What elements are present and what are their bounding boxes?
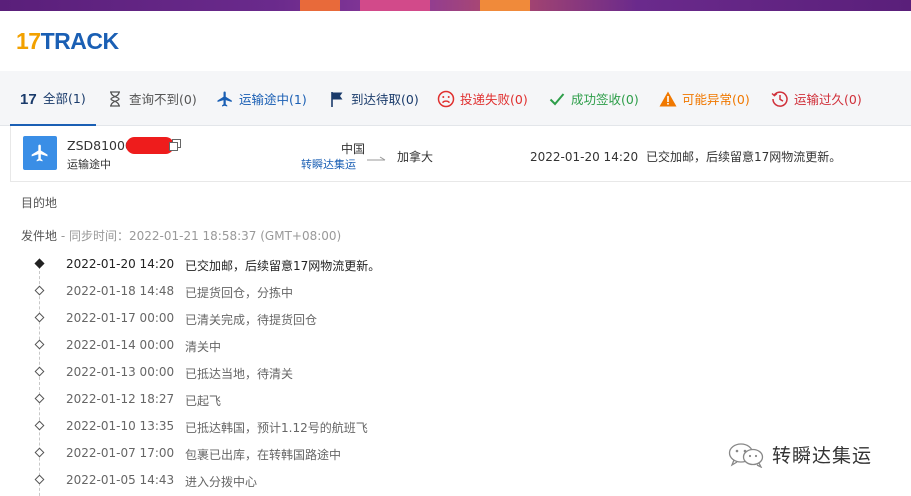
seventeen-icon: 17 <box>20 89 38 107</box>
tab-not-found[interactable]: 查询不到(0) <box>106 71 197 126</box>
header: 17TRACK <box>0 11 911 71</box>
origin-section-label: 发件地 <box>21 229 58 243</box>
origin-carrier-link[interactable]: 转瞬达集运 <box>301 156 356 172</box>
timeline-event: 2022-01-07 17:00 包裹已出库，在转韩国路途中 <box>0 441 700 468</box>
timeline-event: 2022-01-17 00:00 已清关完成，待提货回仓 <box>0 306 700 333</box>
timeline-dot-icon <box>34 366 45 377</box>
timeline-dot-icon <box>34 420 45 431</box>
watermark: 转瞬达集运 <box>728 441 872 468</box>
tab-delivered[interactable]: 成功签收(0) <box>548 71 639 126</box>
tab-expired[interactable]: 运输过久(0) <box>771 71 862 126</box>
redaction-mark <box>126 137 174 154</box>
package-status: 运输途中 <box>67 158 111 171</box>
timeline-dot-icon <box>34 339 45 350</box>
timeline-dot-icon <box>34 447 45 458</box>
destination-section-label: 目的地 <box>21 196 58 210</box>
checkmark-icon <box>548 90 566 108</box>
timeline-dot-icon <box>34 285 45 296</box>
package-row[interactable]: ZSD81000 运输途中 中国 转瞬达集运 加拿大 2022-01-20 14… <box>10 126 911 182</box>
top-banner <box>0 0 911 11</box>
timeline-event: 2022-01-14 00:00 清关中 <box>0 333 700 360</box>
sync-time: - 同步时间：2022-01-21 18:58:37 (GMT+08:00) <box>57 229 342 243</box>
timeline-event: 2022-01-12 18:27 已起飞 <box>0 387 700 414</box>
timeline-event: 2022-01-18 14:48 已提货回仓，分拣中 <box>0 279 700 306</box>
tab-undelivered[interactable]: 投递失败(0) <box>437 71 528 126</box>
destination-country: 加拿大 <box>397 150 434 164</box>
flag-icon <box>328 90 346 108</box>
timeline-event: 2022-01-05 14:43 进入分拨中心 <box>0 468 700 495</box>
warning-icon <box>659 90 677 108</box>
timeline-dot-icon <box>34 312 45 323</box>
timeline-dot-icon <box>34 258 45 269</box>
latest-event-time: 2022-01-20 14:20 <box>530 150 639 164</box>
tracking-number[interactable]: ZSD81000 <box>67 138 133 153</box>
timeline-dot-icon <box>34 393 45 404</box>
tab-alert[interactable]: 可能异常(0) <box>659 71 750 126</box>
tab-all[interactable]: 17 全部(1) <box>10 71 96 126</box>
airplane-icon <box>23 136 57 170</box>
timeline-event: 2022-01-13 00:00 已抵达当地，待清关 <box>0 360 700 387</box>
svg-text:17: 17 <box>20 91 37 106</box>
wechat-icon <box>728 442 764 468</box>
tab-in-transit[interactable]: 运输途中(1) <box>216 71 307 126</box>
tab-pickup[interactable]: 到达待取(0) <box>328 71 419 126</box>
arrow-right-icon <box>367 152 387 161</box>
timeline-event: 2022-01-20 14:20 已交加邮，后续留意17网物流更新。 <box>0 252 700 279</box>
timeline-event: 2022-01-10 13:35 已抵达韩国，预计1.12号的航班飞 <box>0 414 700 441</box>
origin-country: 中国 <box>341 142 366 156</box>
logo-17track[interactable]: 17TRACK <box>16 28 119 54</box>
timeline-dot-icon <box>34 474 45 485</box>
history-icon <box>771 90 789 108</box>
copy-icon[interactable] <box>169 139 181 151</box>
sad-face-icon <box>437 90 455 108</box>
hourglass-icon <box>106 90 124 108</box>
latest-event: 2022-01-20 14:20 已交加邮，后续留意17网物流更新。 <box>530 148 841 165</box>
origin-section-header: 发件地 - 同步时间：2022-01-21 18:58:37 (GMT+08:0… <box>21 227 341 244</box>
status-tab-bar: 17 全部(1) 查询不到(0) 运输途中(1) 到达待取(0) 投递失败(0)… <box>0 71 911 126</box>
latest-event-desc: 已交加邮，后续留意17网物流更新。 <box>645 150 842 164</box>
airplane-icon <box>216 90 234 108</box>
